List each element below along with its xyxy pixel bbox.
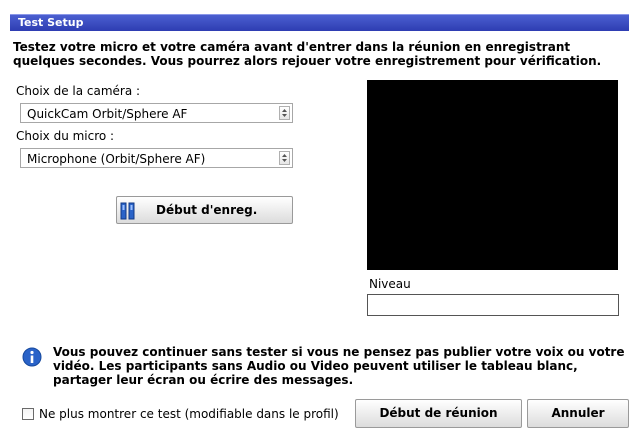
camera-select[interactable]: QuickCam Orbit/Sphere AF — [20, 103, 293, 123]
info-icon — [22, 347, 42, 371]
level-meter — [367, 294, 619, 316]
video-preview — [367, 80, 618, 270]
camera-select-spinner[interactable] — [279, 106, 290, 120]
micro-select[interactable]: Microphone (Orbit/Sphere AF) — [20, 148, 293, 168]
window-title: Test Setup — [18, 16, 84, 29]
start-recording-label: Début d'enreg. — [156, 203, 258, 217]
micro-select-spinner[interactable] — [279, 151, 290, 165]
pause-icon — [120, 202, 136, 224]
start-recording-button[interactable]: Début d'enreg. — [116, 196, 293, 224]
intro-text: Testez votre micro et votre caméra avant… — [13, 40, 602, 68]
camera-select-value: QuickCam Orbit/Sphere AF — [27, 107, 188, 121]
dont-show-label[interactable]: Ne plus montrer ce test (modifiable dans… — [39, 407, 339, 421]
title-bar-strip: Test Setup — [10, 14, 629, 31]
camera-label: Choix de la caméra : — [16, 84, 141, 98]
micro-select-value: Microphone (Orbit/Sphere AF) — [27, 152, 206, 166]
info-message: Vous pouvez continuer sans tester si vou… — [53, 345, 625, 387]
cancel-button[interactable]: Annuler — [527, 399, 629, 428]
level-label: Niveau — [369, 277, 411, 291]
start-meeting-button[interactable]: Début de réunion — [355, 399, 522, 428]
title-bar: Test Setup — [0, 0, 629, 31]
dont-show-checkbox[interactable] — [22, 408, 34, 420]
micro-label: Choix du micro : — [16, 129, 115, 143]
